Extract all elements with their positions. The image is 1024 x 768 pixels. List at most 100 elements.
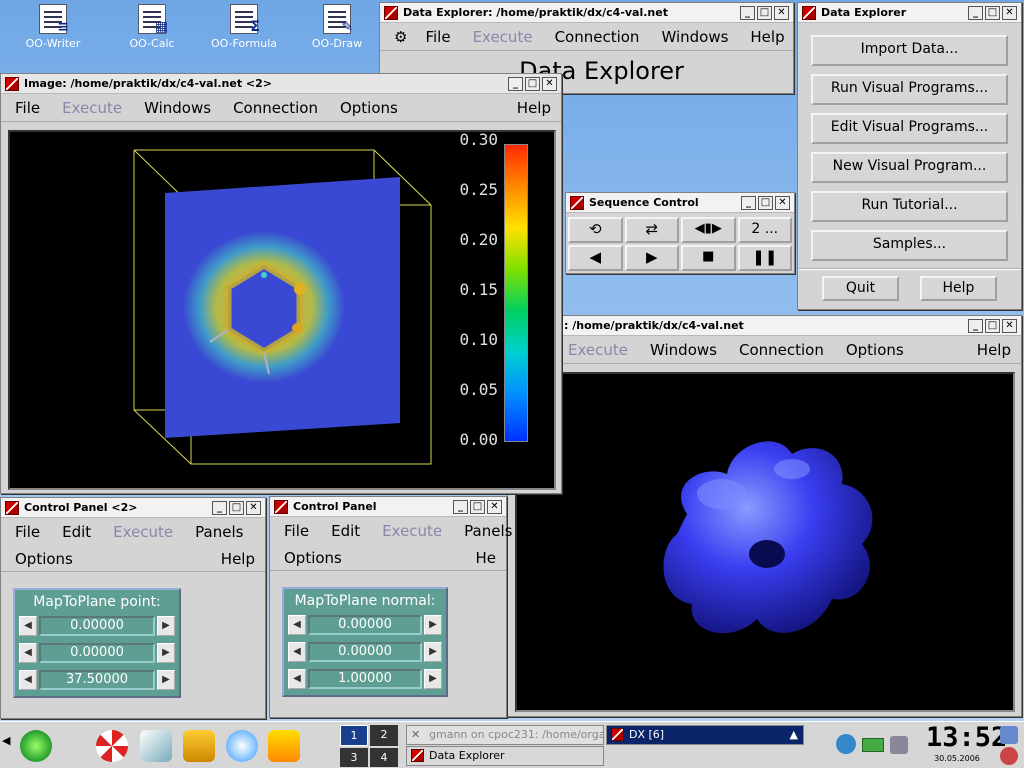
lock-screen-icon[interactable] [1000, 726, 1018, 744]
title-bar[interactable]: Control Panel _ □ ✕ [270, 497, 506, 517]
menu-options[interactable]: Options [15, 550, 73, 568]
title-bar[interactable]: : /home/praktik/dx/c4-val.net _ □ ✕ [508, 316, 1021, 336]
import-data-button[interactable]: Import Data... [811, 35, 1008, 66]
pager-desktop-4[interactable]: 4 [370, 748, 398, 767]
office-icon[interactable] [268, 730, 300, 762]
desktop-icon-oo-calc[interactable]: ▦ OO-Calc [117, 4, 187, 50]
menu-help[interactable]: Help [977, 341, 1011, 359]
maximize-icon[interactable]: □ [985, 318, 1000, 333]
menu-windows[interactable]: Windows [661, 28, 728, 46]
close-icon[interactable]: ✕ [246, 500, 261, 515]
menu-file[interactable]: File [15, 99, 40, 117]
point-stepper-z[interactable]: ◀ 37.50000 ▶ [19, 668, 175, 692]
menu-options[interactable]: Options [284, 549, 342, 567]
normal-stepper-x[interactable]: ◀ 0.00000 ▶ [288, 613, 442, 637]
increment-icon[interactable]: ▶ [157, 643, 175, 663]
logout-icon[interactable] [1000, 747, 1018, 765]
increment-icon[interactable]: ▶ [424, 642, 442, 662]
close-icon[interactable]: ✕ [775, 195, 790, 210]
desktop-icon-oo-draw[interactable]: ✎ OO-Draw [302, 4, 372, 50]
pause-icon[interactable]: ❚❚ [737, 245, 792, 271]
task-data-explorer[interactable]: Data Explorer [406, 746, 604, 766]
title-bar[interactable]: Data Explorer _ □ ✕ [798, 3, 1021, 23]
menu-file[interactable]: File [284, 522, 309, 540]
point-stepper-x[interactable]: ◀ 0.00000 ▶ [19, 614, 175, 638]
minimize-icon[interactable]: _ [508, 76, 523, 91]
stepper-value[interactable]: 37.50000 [39, 670, 155, 690]
stepper-value[interactable]: 0.00000 [39, 616, 155, 636]
desktop-icon-oo-formula[interactable]: Σ OO-Formula [209, 4, 279, 50]
desktop-icon-oo-writer[interactable]: ≡ OO-Writer [18, 4, 88, 50]
increment-icon[interactable]: ▶ [157, 670, 175, 690]
palindrome-icon[interactable]: ⇄ [624, 217, 679, 243]
title-bar[interactable]: Control Panel <2> _ □ ✕ [1, 498, 265, 518]
menu-options[interactable]: Options [846, 341, 904, 359]
increment-icon[interactable]: ▶ [424, 615, 442, 635]
taskbar-scroll-left-icon[interactable]: ◀ [2, 734, 10, 747]
network-icon[interactable] [836, 734, 856, 754]
stepper-value[interactable]: 0.00000 [39, 643, 155, 663]
run-visual-programs-button[interactable]: Run Visual Programs... [811, 74, 1008, 105]
maximize-icon[interactable]: □ [470, 499, 485, 514]
menu-help[interactable]: He [475, 549, 496, 567]
maximize-icon[interactable]: □ [758, 195, 773, 210]
menu-edit[interactable]: Edit [62, 523, 91, 541]
desktop-icon[interactable] [140, 730, 172, 762]
minimize-icon[interactable]: _ [741, 195, 756, 210]
menu-windows[interactable]: Windows [650, 341, 717, 359]
normal-stepper-y[interactable]: ◀ 0.00000 ▶ [288, 640, 442, 664]
minimize-icon[interactable]: _ [740, 5, 755, 20]
quit-button[interactable]: Quit [822, 276, 899, 301]
menu-execute[interactable]: Execute [62, 99, 122, 117]
play-forward-icon[interactable]: ▶ [624, 245, 679, 271]
task-terminal[interactable]: ✕ gmann on cpoc231: /home/orga [406, 725, 604, 745]
minimize-icon[interactable]: _ [453, 499, 468, 514]
menu-options[interactable]: Options [340, 99, 398, 117]
maximize-icon[interactable]: □ [985, 5, 1000, 20]
audio-icon[interactable] [890, 736, 908, 754]
run-tutorial-button[interactable]: Run Tutorial... [811, 191, 1008, 222]
expand-icon[interactable]: ▲ [790, 726, 798, 744]
menu-execute[interactable]: Execute [473, 28, 533, 46]
normal-stepper-z[interactable]: ◀ 1.00000 ▶ [288, 667, 442, 691]
menu-edit[interactable]: Edit [331, 522, 360, 540]
help-lifebuoy-icon[interactable] [96, 730, 128, 762]
title-bar[interactable]: Image: /home/praktik/dx/c4-val.net <2> _ □… [1, 74, 561, 94]
pager-desktop-2[interactable]: 2 [370, 725, 398, 746]
point-stepper-y[interactable]: ◀ 0.00000 ▶ [19, 641, 175, 665]
play-backward-icon[interactable]: ◀ [568, 245, 623, 271]
step-icon[interactable]: ◀▮▶ [681, 217, 736, 243]
stepper-value[interactable]: 0.00000 [308, 642, 422, 662]
decrement-icon[interactable]: ◀ [19, 643, 37, 663]
render-canvas[interactable]: 0.30 0.25 0.20 0.15 0.10 0.05 0.00 [8, 130, 556, 490]
decrement-icon[interactable]: ◀ [288, 642, 306, 662]
decrement-icon[interactable]: ◀ [19, 616, 37, 636]
home-folder-icon[interactable] [183, 730, 215, 762]
menu-execute[interactable]: Execute [113, 523, 173, 541]
minimize-icon[interactable]: _ [212, 500, 227, 515]
close-icon[interactable]: ✕ [487, 499, 502, 514]
maximize-icon[interactable]: □ [229, 500, 244, 515]
task-dx-group[interactable]: DX [6] ▲ [606, 725, 804, 745]
menu-connection[interactable]: Connection [555, 28, 640, 46]
menu-execute[interactable]: Execute [568, 341, 628, 359]
clock[interactable]: 13:52 30.05.2006 [926, 722, 1007, 768]
close-icon[interactable]: ✕ [542, 76, 557, 91]
loop-icon[interactable]: ⟲ [568, 217, 623, 243]
menu-panels[interactable]: Panels [195, 523, 243, 541]
menu-help[interactable]: Help [750, 28, 784, 46]
gear-icon[interactable]: ⚙ [394, 28, 407, 46]
stepper-value[interactable]: 0.00000 [308, 615, 422, 635]
increment-icon[interactable]: ▶ [157, 616, 175, 636]
pager-desktop-1[interactable]: 1 [340, 725, 368, 746]
increment-icon[interactable]: ▶ [424, 669, 442, 689]
menu-execute[interactable]: Execute [382, 522, 442, 540]
stepper-value[interactable]: 1.00000 [308, 669, 422, 689]
menu-file[interactable]: File [15, 523, 40, 541]
stop-icon[interactable]: ■ [681, 245, 736, 271]
menu-connection[interactable]: Connection [233, 99, 318, 117]
menu-windows[interactable]: Windows [144, 99, 211, 117]
maximize-icon[interactable]: □ [757, 5, 772, 20]
decrement-icon[interactable]: ◀ [19, 670, 37, 690]
suse-menu-icon[interactable] [20, 730, 52, 762]
